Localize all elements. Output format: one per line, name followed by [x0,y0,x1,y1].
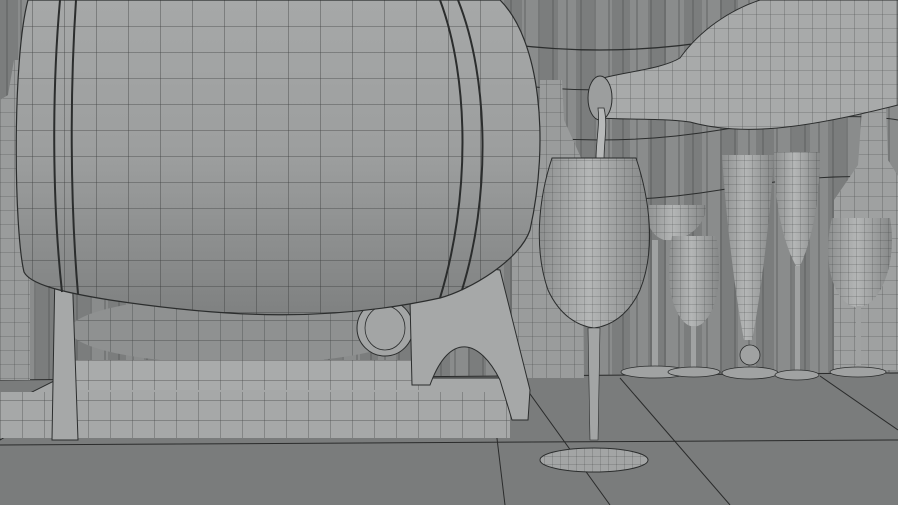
scene-viewport [0,0,898,505]
wooden-barrel [15,0,541,316]
wireframe-render [0,0,898,505]
